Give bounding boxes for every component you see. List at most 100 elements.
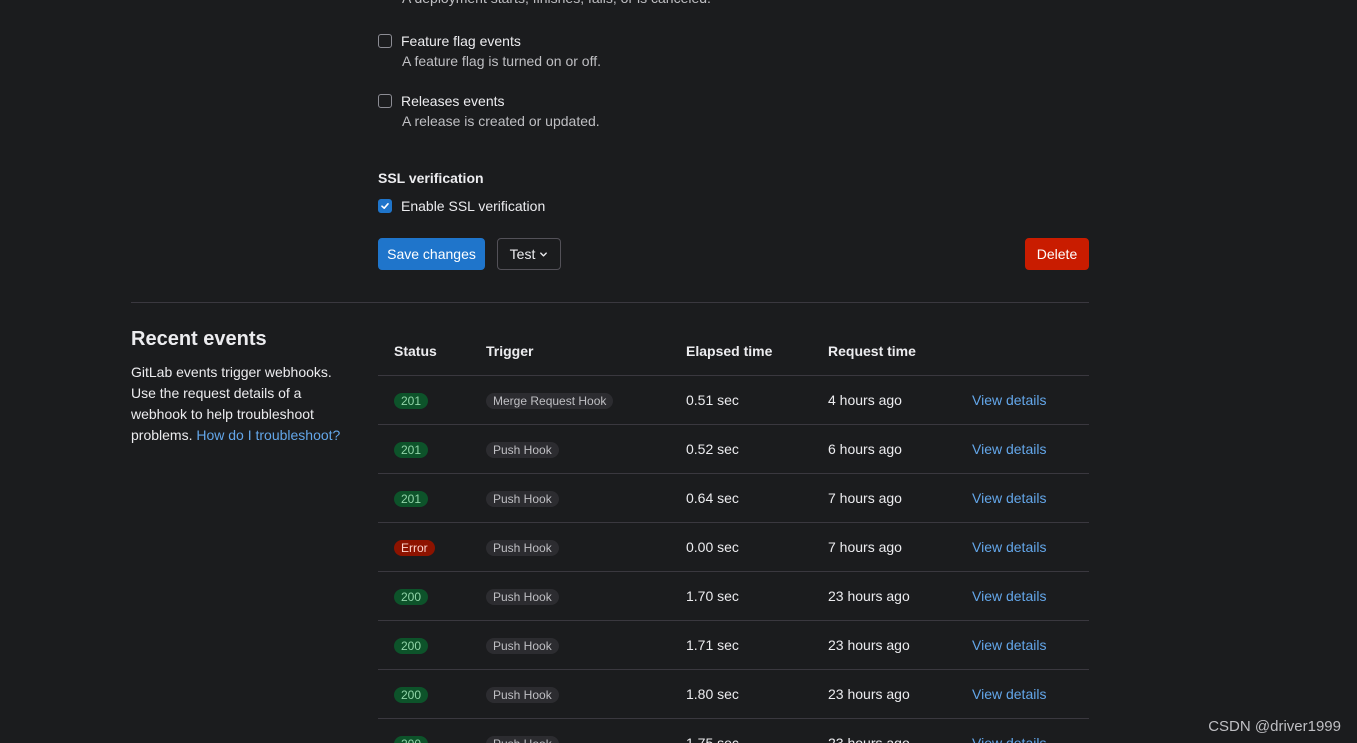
releases-checkbox[interactable] — [378, 94, 392, 108]
request-time: 23 hours ago — [828, 637, 910, 653]
table-row: 200 Push Hook 1.80 sec 23 hours ago View det… — [378, 670, 1089, 719]
view-details-link[interactable]: View details — [972, 735, 1046, 743]
event-deployment: A deployment starts, finishes, fails, or… — [378, 0, 1078, 8]
view-details-link[interactable]: View details — [972, 441, 1046, 457]
section-divider — [131, 302, 1089, 303]
table-row: 201 Merge Request Hook 0.51 sec 4 hours ago… — [378, 376, 1089, 425]
action-cell: View details — [972, 637, 1089, 653]
check-icon — [381, 203, 389, 209]
trigger-badge: Merge Request Hook — [486, 392, 614, 409]
header-elapsed: Elapsed time — [686, 343, 773, 359]
status-cell: 200 — [378, 686, 486, 703]
trigger-cell: Push Hook — [486, 735, 686, 743]
trigger-cell: Push Hook — [486, 686, 686, 703]
table-body: 201 Merge Request Hook 0.51 sec 4 hours ago… — [378, 376, 1089, 743]
recent-events-title: Recent events — [131, 328, 267, 350]
trigger-cell: Push Hook — [486, 490, 686, 507]
delete-button[interactable]: Delete — [1025, 238, 1089, 270]
request-time: 7 hours ago — [828, 490, 902, 506]
status-cell: 201 — [378, 490, 486, 507]
ssl-checkbox-label: Enable SSL verification — [401, 198, 546, 214]
action-cell: View details — [972, 588, 1089, 604]
action-cell: View details — [972, 686, 1089, 702]
request-time: 23 hours ago — [828, 735, 910, 743]
table-row: 201 Push Hook 0.64 sec 7 hours ago View deta… — [378, 474, 1089, 523]
action-cell: View details — [972, 441, 1089, 457]
trigger-badge: Push Hook — [486, 490, 559, 507]
table-row: 200 Push Hook 1.70 sec 23 hours ago View det… — [378, 572, 1089, 621]
save-changes-button[interactable]: Save changes — [378, 238, 485, 270]
request-time: 23 hours ago — [828, 588, 910, 604]
trigger-cell: Push Hook — [486, 441, 686, 458]
action-cell: View details — [972, 735, 1089, 743]
status-cell: Error — [378, 539, 486, 556]
table-row: Error Push Hook 0.00 sec 7 hours ago View de… — [378, 523, 1089, 572]
request-time: 7 hours ago — [828, 539, 902, 555]
event-label: Releases events — [401, 93, 505, 109]
test-button-label: Test — [509, 246, 536, 262]
table-row: 201 Push Hook 0.52 sec 6 hours ago View deta… — [378, 425, 1089, 474]
elapsed-time: 0.00 sec — [686, 539, 739, 555]
status-badge: 201 — [394, 490, 429, 507]
elapsed-time: 1.70 sec — [686, 588, 739, 604]
header-status: Status — [394, 343, 437, 359]
view-details-link[interactable]: View details — [972, 490, 1046, 506]
event-label: Feature flag events — [401, 33, 521, 49]
view-details-link[interactable]: View details — [972, 392, 1046, 408]
trigger-cell: Push Hook — [486, 637, 686, 654]
status-badge: 200 — [394, 588, 429, 605]
view-details-link[interactable]: View details — [972, 686, 1046, 702]
status-badge: 201 — [394, 441, 429, 458]
elapsed-time: 0.52 sec — [686, 441, 739, 457]
request-time: 4 hours ago — [828, 392, 902, 408]
watermark: CSDN @driver1999 — [1208, 718, 1341, 735]
status-cell: 200 — [378, 637, 486, 654]
table-row: 200 Push Hook 1.71 sec 23 hours ago View det… — [378, 621, 1089, 670]
view-details-link[interactable]: View details — [972, 539, 1046, 555]
event-releases: Releases events A release is created or … — [378, 91, 1078, 131]
trigger-badge: Push Hook — [486, 686, 559, 703]
trigger-badge: Push Hook — [486, 735, 559, 743]
test-dropdown-button[interactable]: Test — [497, 238, 561, 270]
ssl-section-title: SSL verification — [378, 170, 484, 186]
feature-flag-checkbox[interactable] — [378, 34, 392, 48]
status-badge: 200 — [394, 735, 429, 743]
trigger-badge: Push Hook — [486, 588, 559, 605]
request-time: 23 hours ago — [828, 686, 910, 702]
request-time: 6 hours ago — [828, 441, 902, 457]
status-cell: 201 — [378, 441, 486, 458]
status-cell: 201 — [378, 392, 486, 409]
troubleshoot-link[interactable]: How do I troubleshoot? — [196, 427, 340, 443]
view-details-link[interactable]: View details — [972, 588, 1046, 604]
trigger-cell: Push Hook — [486, 539, 686, 556]
view-details-link[interactable]: View details — [972, 637, 1046, 653]
event-description: A feature flag is turned on or off. — [402, 53, 601, 69]
elapsed-time: 1.71 sec — [686, 637, 739, 653]
status-badge: 200 — [394, 686, 429, 703]
table-header: Status Trigger Elapsed time Request time — [378, 327, 1089, 376]
event-description: A deployment starts, finishes, fails, or… — [402, 0, 1078, 8]
webhook-settings-page: A deployment starts, finishes, fails, or… — [0, 0, 1357, 743]
ssl-checkbox-row[interactable]: Enable SSL verification — [378, 196, 545, 216]
status-badge: 200 — [394, 637, 429, 654]
table-row: 200 Push Hook 1.75 sec 23 hours ago View det… — [378, 719, 1089, 743]
trigger-badge: Push Hook — [486, 441, 559, 458]
trigger-badge: Push Hook — [486, 637, 559, 654]
recent-events-table: Status Trigger Elapsed time Request time… — [378, 327, 1089, 743]
elapsed-time: 1.80 sec — [686, 686, 739, 702]
event-feature-flag: Feature flag events A feature flag is tu… — [378, 31, 1078, 71]
chevron-down-icon — [540, 251, 548, 257]
trigger-cell: Merge Request Hook — [486, 392, 686, 409]
action-cell: View details — [972, 490, 1089, 506]
status-cell: 200 — [378, 735, 486, 743]
header-request: Request time — [828, 343, 916, 359]
elapsed-time: 0.51 sec — [686, 392, 739, 408]
elapsed-time: 1.75 sec — [686, 735, 739, 743]
status-badge: Error — [394, 539, 435, 556]
status-cell: 200 — [378, 588, 486, 605]
trigger-badge: Push Hook — [486, 539, 559, 556]
ssl-checkbox[interactable] — [378, 199, 392, 213]
trigger-cell: Push Hook — [486, 588, 686, 605]
elapsed-time: 0.64 sec — [686, 490, 739, 506]
recent-events-description: GitLab events trigger webhooks. Use the … — [131, 362, 351, 446]
